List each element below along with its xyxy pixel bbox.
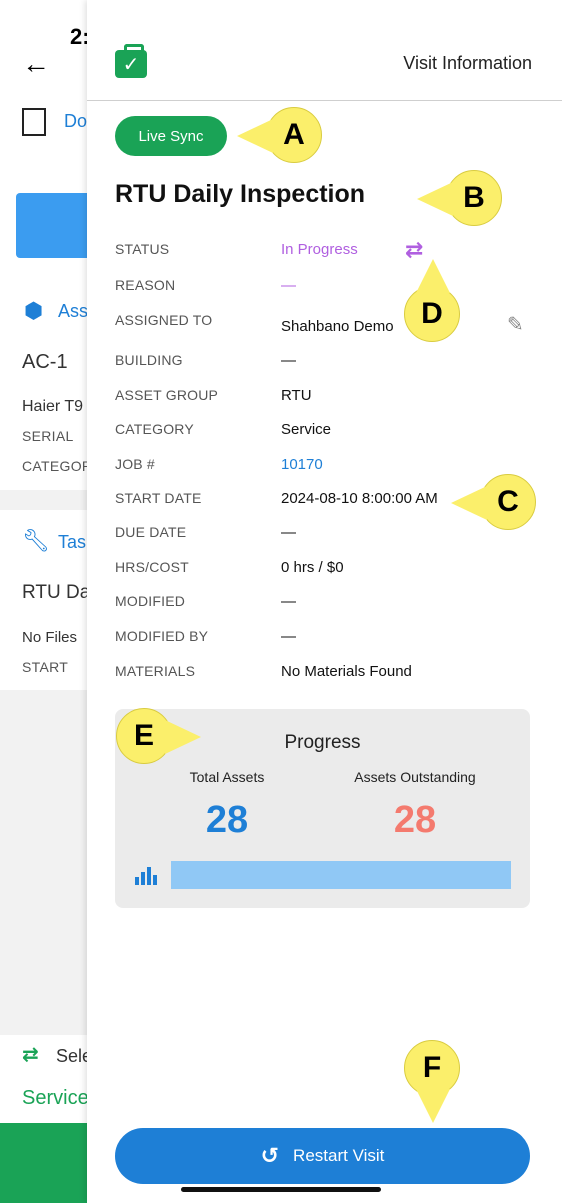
callout-marker-c: C xyxy=(451,474,536,530)
building-icon xyxy=(22,108,46,136)
materials-value: No Materials Found xyxy=(281,663,412,680)
progress-bar xyxy=(171,861,511,889)
field-due-date: DUE DATE — xyxy=(115,524,535,544)
background-serial-label: SERIAL xyxy=(22,428,74,444)
assigned-to-value: Shahbano Demo xyxy=(281,318,394,335)
background-tasks-heading: Tas xyxy=(58,532,87,552)
modified-by-value: — xyxy=(281,628,296,645)
background-assets-heading: Ass xyxy=(58,301,89,321)
back-arrow-icon[interactable]: ← xyxy=(22,48,50,80)
field-label: STATUS xyxy=(115,241,170,257)
callout-letter: C xyxy=(497,485,519,518)
field-asset-group: ASSET GROUP RTU xyxy=(115,387,535,407)
live-sync-badge[interactable]: Live Sync xyxy=(115,116,227,156)
restart-visit-button[interactable]: ↺ Restart Visit xyxy=(115,1128,530,1184)
field-label: BUILDING xyxy=(115,352,183,368)
assets-outstanding-label: Assets Outstanding xyxy=(354,769,476,785)
field-label: DUE DATE xyxy=(115,524,187,540)
hexagon-icon: ⬢ xyxy=(24,298,44,323)
callout-letter: F xyxy=(422,1051,442,1084)
total-assets-value: 28 xyxy=(205,799,249,841)
background-asset-model: Haier T9 xyxy=(22,398,84,415)
callout-marker-d: D xyxy=(404,259,460,342)
field-label: HRS/COST xyxy=(115,559,189,575)
callout-letter: D xyxy=(421,297,443,330)
total-assets-label: Total Assets xyxy=(189,769,265,785)
status-value: In Progress xyxy=(281,241,358,258)
background-category-label: CATEGOR xyxy=(22,458,93,474)
field-materials: MATERIALS No Materials Found xyxy=(115,663,535,683)
background-service-label: Service xyxy=(22,1087,89,1109)
field-label: CATEGORY xyxy=(115,421,194,437)
background-task-files: No Files xyxy=(22,629,78,646)
building-value: — xyxy=(281,352,296,369)
drawer-header: ✓ Visit Information xyxy=(87,0,562,101)
drawer-title: Visit Information xyxy=(403,53,532,73)
field-modified-by: MODIFIED BY — xyxy=(115,628,535,648)
callout-letter: A xyxy=(283,118,305,151)
field-category: CATEGORY Service xyxy=(115,421,535,441)
field-modified: MODIFIED — xyxy=(115,593,535,613)
field-label: ASSET GROUP xyxy=(115,387,219,403)
due-date-value: — xyxy=(281,524,296,541)
field-building: BUILDING — xyxy=(115,352,535,372)
background-green-button[interactable] xyxy=(0,1123,100,1203)
field-label: MATERIALS xyxy=(115,663,196,679)
restart-icon: ↺ xyxy=(260,1143,280,1168)
edit-pencil-icon[interactable]: ✎ xyxy=(507,312,524,337)
field-label: START DATE xyxy=(115,490,202,506)
visit-title: RTU Daily Inspection xyxy=(115,180,366,208)
field-reason: REASON — xyxy=(115,277,535,297)
field-label: REASON xyxy=(115,277,176,293)
callout-marker-e: E xyxy=(116,708,201,764)
field-hrs-cost: HRS/COST 0 hrs / $0 xyxy=(115,559,535,579)
category-value: Service xyxy=(281,421,332,438)
field-job: JOB # 10170 xyxy=(115,456,535,476)
swap-icon: ⇄ xyxy=(22,1044,39,1066)
home-indicator xyxy=(181,1187,381,1192)
asset-group-value: RTU xyxy=(281,387,312,404)
callout-marker-f: F xyxy=(404,1040,460,1123)
reason-value: — xyxy=(281,277,296,294)
callout-letter: B xyxy=(463,181,485,214)
field-label: ASSIGNED TO xyxy=(115,312,213,328)
field-label: MODIFIED BY xyxy=(115,628,209,644)
callout-marker-a: A xyxy=(237,107,322,163)
briefcase-check-icon: ✓ xyxy=(115,44,147,78)
assets-outstanding-value: 28 xyxy=(393,799,437,841)
background-asset-name: AC-1 xyxy=(22,351,68,373)
bar-chart-icon xyxy=(135,867,157,885)
background-building-link[interactable]: Do xyxy=(64,111,87,132)
background-start-label: START xyxy=(22,659,69,675)
field-label: MODIFIED xyxy=(115,593,186,609)
hrs-cost-value: 0 hrs / $0 xyxy=(281,559,344,576)
callout-marker-b: B xyxy=(417,170,502,226)
restart-visit-label: Restart Visit xyxy=(293,1146,385,1165)
modified-value: — xyxy=(281,593,296,610)
field-assigned-to: ASSIGNED TO Shahbano Demo xyxy=(115,312,535,335)
job-number-link[interactable]: 10170 xyxy=(281,456,323,473)
field-status: STATUS In Progress ⇄ xyxy=(115,237,535,262)
wrench-icon: 🔧︎ xyxy=(22,528,50,553)
field-label: JOB # xyxy=(115,456,155,472)
start-date-value: 2024-08-10 8:00:00 AM xyxy=(281,490,438,507)
background-task-name: RTU Da xyxy=(22,582,91,603)
callout-letter: E xyxy=(133,719,154,752)
